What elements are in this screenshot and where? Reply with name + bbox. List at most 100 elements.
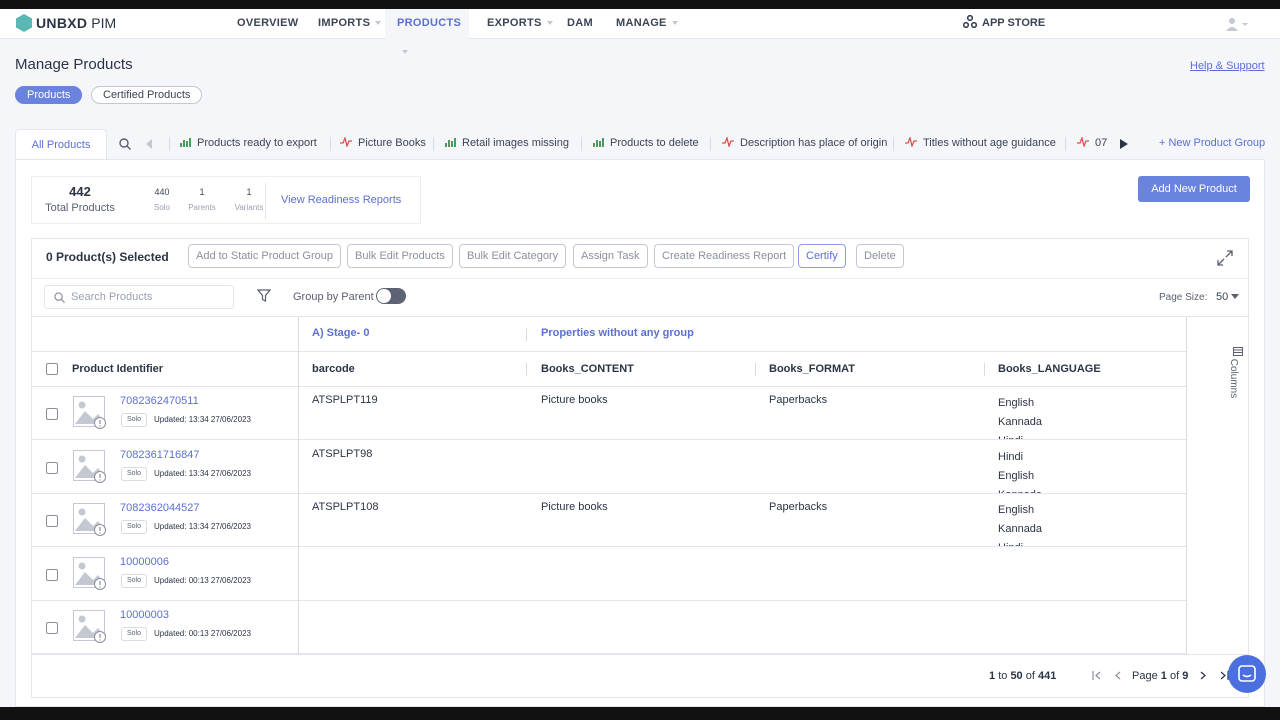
first-page-icon[interactable]	[1092, 671, 1102, 680]
barcode-cell[interactable]: ATSPLPT119	[312, 394, 378, 406]
group-tab[interactable]: Description has place of origin	[722, 137, 887, 149]
caret-down-icon	[375, 21, 382, 26]
expand-icon[interactable]	[1216, 249, 1234, 267]
header-books-format[interactable]: Books_FORMAT	[769, 363, 855, 375]
brand-sub: PIM	[91, 15, 117, 31]
prev-page-icon[interactable]	[1114, 671, 1122, 680]
group-tab[interactable]: Retail images missing	[445, 137, 569, 149]
barcode-cell[interactable]: ATSPLPT98	[312, 448, 372, 460]
books-language-cell[interactable]: English Kannada Hindi	[998, 394, 1042, 439]
row-checkbox[interactable]	[46, 461, 58, 474]
row-checkbox[interactable]	[46, 408, 58, 420]
product-id-link[interactable]: 10000006	[120, 556, 169, 568]
updated-timestamp: Updated: 13:34 27/06/2023	[154, 522, 251, 531]
header-books-content[interactable]: Books_CONTENT	[541, 363, 634, 375]
books-content-cell[interactable]: Picture books	[541, 394, 608, 406]
user-avatar-icon	[1226, 18, 1248, 31]
chat-launcher[interactable]	[1228, 655, 1266, 693]
search-groups-icon[interactable]	[119, 138, 131, 150]
group-tab[interactable]: Titles without age guidance	[905, 137, 1056, 149]
language-value: Hindi	[998, 432, 1042, 439]
search-products-input[interactable]	[71, 288, 226, 306]
group-tab-label: Products to delete	[610, 137, 699, 149]
certify-button[interactable]: Certify	[798, 244, 846, 268]
header-product-identifier[interactable]: Product Identifier	[72, 363, 163, 375]
add-to-static-group-button[interactable]: Add to Static Product Group	[188, 244, 341, 268]
page-indicator: Page 1 of 9	[1132, 670, 1188, 682]
nav-exports[interactable]: EXPORTS	[487, 9, 553, 39]
tab-separator	[169, 137, 170, 151]
row-checkbox[interactable]	[46, 515, 58, 527]
image-placeholder-icon	[73, 556, 106, 590]
group-tab-label: Picture Books	[358, 137, 426, 149]
product-id-link[interactable]: 7082362470511	[120, 395, 199, 407]
product-id-link[interactable]: 7082362044527	[120, 502, 200, 514]
product-id-link[interactable]: 7082361716847	[120, 449, 200, 461]
header-books-language[interactable]: Books_LANGUAGE	[998, 363, 1101, 375]
table-row[interactable]: 7082362470511 Solo Updated: 13:34 27/06/20…	[32, 387, 1186, 440]
group-tab[interactable]: Picture Books	[340, 137, 426, 149]
bulk-edit-products-button[interactable]: Bulk Edit Products	[347, 244, 453, 268]
nav-dam[interactable]: DAM	[567, 9, 593, 39]
page-size-select[interactable]: 50	[1216, 291, 1240, 303]
total-products-count: 442	[69, 184, 91, 199]
selection-toolbar: 0 Product(s) Selected Add to Static Prod…	[32, 239, 1248, 278]
certified-products-pill[interactable]: Certified Products	[91, 86, 203, 104]
columns-panel-toggle[interactable]: Columns	[1228, 347, 1246, 407]
group-tab-label: Description has place of origin	[740, 137, 888, 149]
row-checkbox[interactable]	[46, 568, 58, 581]
logo[interactable]: UNBXD PIM	[16, 14, 116, 32]
nav-manage[interactable]: MANAGE	[616, 9, 678, 39]
nav-overview[interactable]: OVERVIEW	[237, 9, 299, 39]
books-language-cell[interactable]: English Kannada Hindi	[998, 501, 1042, 546]
toggle-knob	[377, 289, 391, 303]
bar-chart-icon	[593, 138, 604, 147]
bulk-edit-category-button[interactable]: Bulk Edit Category	[459, 244, 567, 268]
group-tab[interactable]: Products ready to export	[180, 137, 317, 149]
books-format-cell[interactable]: Paperbacks	[769, 501, 827, 513]
scroll-left-icon[interactable]	[146, 139, 153, 149]
tab-separator	[1065, 137, 1066, 151]
view-readiness-reports-link[interactable]: View Readiness Reports	[281, 194, 401, 206]
search-icon	[54, 292, 65, 303]
row-checkbox[interactable]	[46, 622, 58, 634]
new-product-group-button[interactable]: + New Product Group	[1159, 137, 1265, 149]
group-by-parent-toggle[interactable]	[376, 288, 406, 304]
column-group-row: A) Stage- 0 Properties without any group	[32, 317, 1186, 352]
table-row[interactable]: 7082361716847 Solo Updated: 13:34 27/06/20…	[32, 441, 1186, 494]
barcode-cell[interactable]: ATSPLPT108	[312, 501, 378, 513]
table-row[interactable]: 10000006 Solo Updated: 00:13 27/06/2023	[32, 548, 1186, 601]
books-language-cell[interactable]: Hindi English Kannada	[998, 448, 1042, 493]
product-stats: 442 Total Products 440 Solo 1 Parents 1 …	[31, 176, 421, 224]
products-pill[interactable]: Products	[15, 86, 83, 104]
nav-label: DAM	[567, 17, 593, 29]
books-format-cell[interactable]: Paperbacks	[769, 394, 827, 406]
table-row[interactable]: 7082362044527 Solo Updated: 13:34 27/06/20…	[32, 494, 1186, 547]
scroll-right-icon[interactable]	[1120, 139, 1128, 149]
assign-task-button[interactable]: Assign Task	[573, 244, 648, 268]
product-id-link[interactable]: 10000003	[120, 609, 169, 621]
nav-imports[interactable]: IMPORTS	[318, 9, 382, 39]
add-new-product-button[interactable]: Add New Product	[1138, 176, 1250, 202]
app-store-link[interactable]: APP STORE	[963, 9, 1045, 39]
select-all-checkbox[interactable]	[46, 363, 58, 375]
books-content-cell[interactable]: Picture books	[541, 501, 608, 513]
language-value: Hindi	[998, 450, 1024, 463]
chat-icon	[1238, 665, 1256, 682]
header-barcode[interactable]: barcode	[312, 363, 355, 375]
brand-name: UNBXD	[36, 15, 88, 31]
language-value: Hindi	[998, 539, 1042, 546]
group-tab[interactable]: 07	[1077, 137, 1107, 149]
delete-button[interactable]: Delete	[856, 244, 904, 268]
nav-products[interactable]: PRODUCTS	[385, 9, 469, 55]
group-tab[interactable]: Products to delete	[593, 137, 699, 149]
filter-icon[interactable]	[257, 289, 271, 302]
tab-all-products[interactable]: All Products	[15, 129, 107, 159]
user-menu[interactable]	[1226, 17, 1248, 34]
help-support-link[interactable]: Help & Support	[1190, 60, 1265, 72]
create-readiness-report-button[interactable]: Create Readiness Report	[654, 244, 795, 268]
image-placeholder-icon	[73, 503, 106, 536]
pulse-icon	[905, 137, 917, 147]
table-row[interactable]: 10000003 Solo Updated: 00:13 27/06/2023	[32, 601, 1186, 654]
next-page-icon[interactable]	[1199, 671, 1207, 680]
